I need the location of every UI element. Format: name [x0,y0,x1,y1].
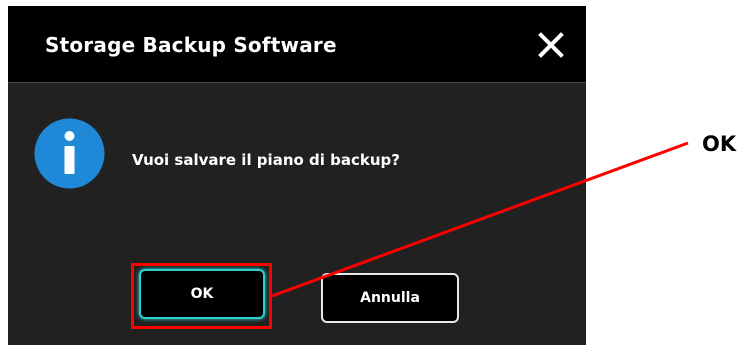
info-icon [32,116,107,191]
annotation-label: OK [702,132,737,156]
dialog-message: Vuoi salvare il piano di backup? [132,151,400,169]
cancel-button[interactable]: Annulla [321,273,459,323]
cancel-button-label: Annulla [360,290,420,306]
dialog-title: Storage Backup Software [45,33,337,57]
ok-button[interactable]: OK [139,269,265,319]
close-icon [538,32,564,58]
close-button[interactable] [536,30,566,60]
backup-dialog: Storage Backup Software Vuoi salvare il … [8,6,586,345]
ok-button-label: OK [190,286,214,302]
screenshot-stage: Storage Backup Software Vuoi salvare il … [0,0,749,345]
dialog-titlebar: Storage Backup Software [8,6,586,83]
